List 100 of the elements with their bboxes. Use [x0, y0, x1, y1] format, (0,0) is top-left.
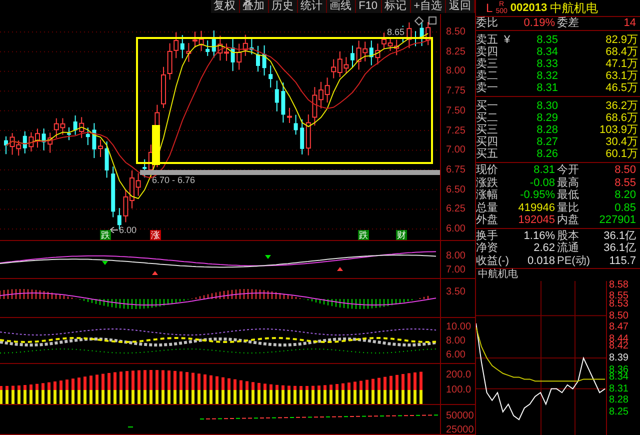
quote-value: 8.50 [614, 164, 637, 176]
quote-value: 8.31 [532, 164, 556, 176]
small-square-icon[interactable] [428, 16, 437, 25]
axis-label: 8.00 [446, 250, 466, 262]
arrow-icon [110, 227, 118, 233]
axis-label: 8.28 [609, 394, 628, 406]
order-volume: 68.4万 [604, 46, 639, 58]
axis-label: 8.00 [446, 66, 466, 77]
axis-label: 6.00 [446, 224, 466, 234]
quote-label: 股本 [557, 230, 580, 242]
quote-value: 227901 [598, 214, 637, 226]
quote-label: 现价 [476, 164, 499, 176]
currency-mark: ¥ [504, 34, 510, 46]
price-label: 8.65 [386, 27, 406, 37]
signal-tag: 跌 [100, 230, 111, 240]
axis-label: 7.75 [446, 86, 466, 97]
axis-label: 6.50 [446, 184, 466, 196]
quote-label: 量比 [557, 202, 580, 214]
quote-label: 最高 [557, 176, 580, 189]
order-volume: 63.1万 [604, 70, 639, 82]
quote-label: 外盘 [476, 214, 499, 226]
small-diamond-icon[interactable] [414, 16, 424, 26]
stock-name: 中航机电 [550, 0, 598, 16]
axis-label: 3.50 [446, 286, 466, 298]
quote-label: 总量 [476, 202, 499, 214]
toolbar-button[interactable]: 画线 [326, 0, 356, 13]
axis-label: 7.00 [446, 264, 466, 276]
axis-label: 7.25 [446, 125, 466, 136]
axis-label: 7.00 [446, 144, 466, 156]
axis-label: 10.00 [446, 322, 472, 332]
quote-label: 内盘 [557, 214, 580, 226]
toolbar-button[interactable]: 叠加 [240, 0, 269, 13]
axis-label: 25000 [446, 424, 474, 435]
signal-tag: 跌 [358, 230, 369, 240]
toolbar-button[interactable]: 标记 [382, 0, 411, 13]
order-volume: 47.1万 [604, 58, 639, 70]
order-price: 8.28 [536, 124, 558, 136]
axis-label: 100.0 [446, 384, 472, 396]
axis-label: 8.50 [446, 26, 466, 38]
market-label: L [486, 2, 493, 14]
order-price: 8.30 [536, 100, 558, 112]
axis-label: 6.25 [446, 204, 466, 215]
toolbar-button[interactable]: 返回 [446, 0, 475, 13]
order-label: 买一 [476, 100, 499, 112]
quote-value: 1.16% [522, 230, 556, 242]
order-volume: 36.2万 [604, 100, 639, 112]
order-price: 8.33 [536, 58, 558, 70]
quote-value: 2.62 [532, 242, 556, 254]
order-price: 8.27 [536, 136, 558, 148]
signal-tag: 涨 [150, 230, 161, 240]
axis-label: 8.25 [446, 46, 466, 58]
axis-label: 7.50 [446, 105, 466, 116]
quote-label: 净资 [476, 242, 499, 254]
quote-value: 36.1亿 [602, 242, 637, 254]
toolbar-button[interactable]: 复权 [210, 0, 240, 13]
order-price: 8.26 [536, 148, 558, 160]
quote-label: 收益(-) [476, 254, 510, 267]
quote-value: 8.55 [614, 176, 637, 189]
quote-value: -0.95% [519, 189, 556, 202]
toolbar-button[interactable]: +自选 [410, 0, 446, 13]
quote-label: PE(动) [557, 254, 591, 267]
selection-rectangle[interactable] [136, 37, 433, 164]
axis-label: 8.34 [609, 372, 628, 383]
order-volume: 60.1万 [604, 148, 639, 160]
quote-value: 0.19% [522, 16, 556, 32]
order-volume: 103.9万 [598, 124, 639, 136]
order-label: 卖二 [476, 70, 499, 82]
order-price: 8.34 [536, 46, 558, 58]
order-price: 8.31 [536, 82, 558, 94]
order-volume: 82.9万 [604, 34, 639, 46]
toolbar-button[interactable]: F10 [356, 0, 382, 13]
axis-label: 8.53 [609, 298, 628, 310]
toolbar-button[interactable]: 统计 [298, 0, 327, 13]
quote-value: 36.1亿 [602, 230, 637, 242]
axis-label: 6.75 [446, 164, 466, 176]
price-label: 6.00 [119, 225, 137, 235]
order-label: 卖一 [476, 82, 499, 94]
order-price: 8.32 [536, 70, 558, 82]
quote-label: 最低 [557, 189, 580, 202]
order-label: 卖五 [476, 34, 499, 46]
order-label: 买三 [476, 124, 499, 136]
price-label: 6.70 - 6.76 [152, 175, 196, 185]
toolbar-button[interactable]: 历史 [268, 0, 298, 13]
axis-label: 6.00 [446, 350, 466, 360]
quote-label: 换手 [476, 230, 499, 242]
quote-value: 14 [622, 16, 637, 32]
quote-value: 192045 [517, 214, 556, 226]
axis-label: 8.58 [609, 279, 628, 290]
axis-label: 8.47 [609, 322, 628, 333]
order-volume: 68.6万 [604, 112, 639, 124]
axis-label: 8.39 [609, 352, 628, 364]
quote-value: 115.7 [608, 254, 637, 267]
marker-bar [152, 125, 160, 165]
chart-title: 中航机电 [477, 269, 519, 281]
order-label: 卖四 [476, 46, 499, 58]
quote-label: 涨跌 [476, 176, 499, 189]
quote-label: 涨幅 [476, 189, 499, 202]
quote-label: 委差 [557, 16, 580, 32]
stock-code: 002013 [510, 0, 548, 16]
order-volume: 46.5万 [604, 82, 639, 94]
